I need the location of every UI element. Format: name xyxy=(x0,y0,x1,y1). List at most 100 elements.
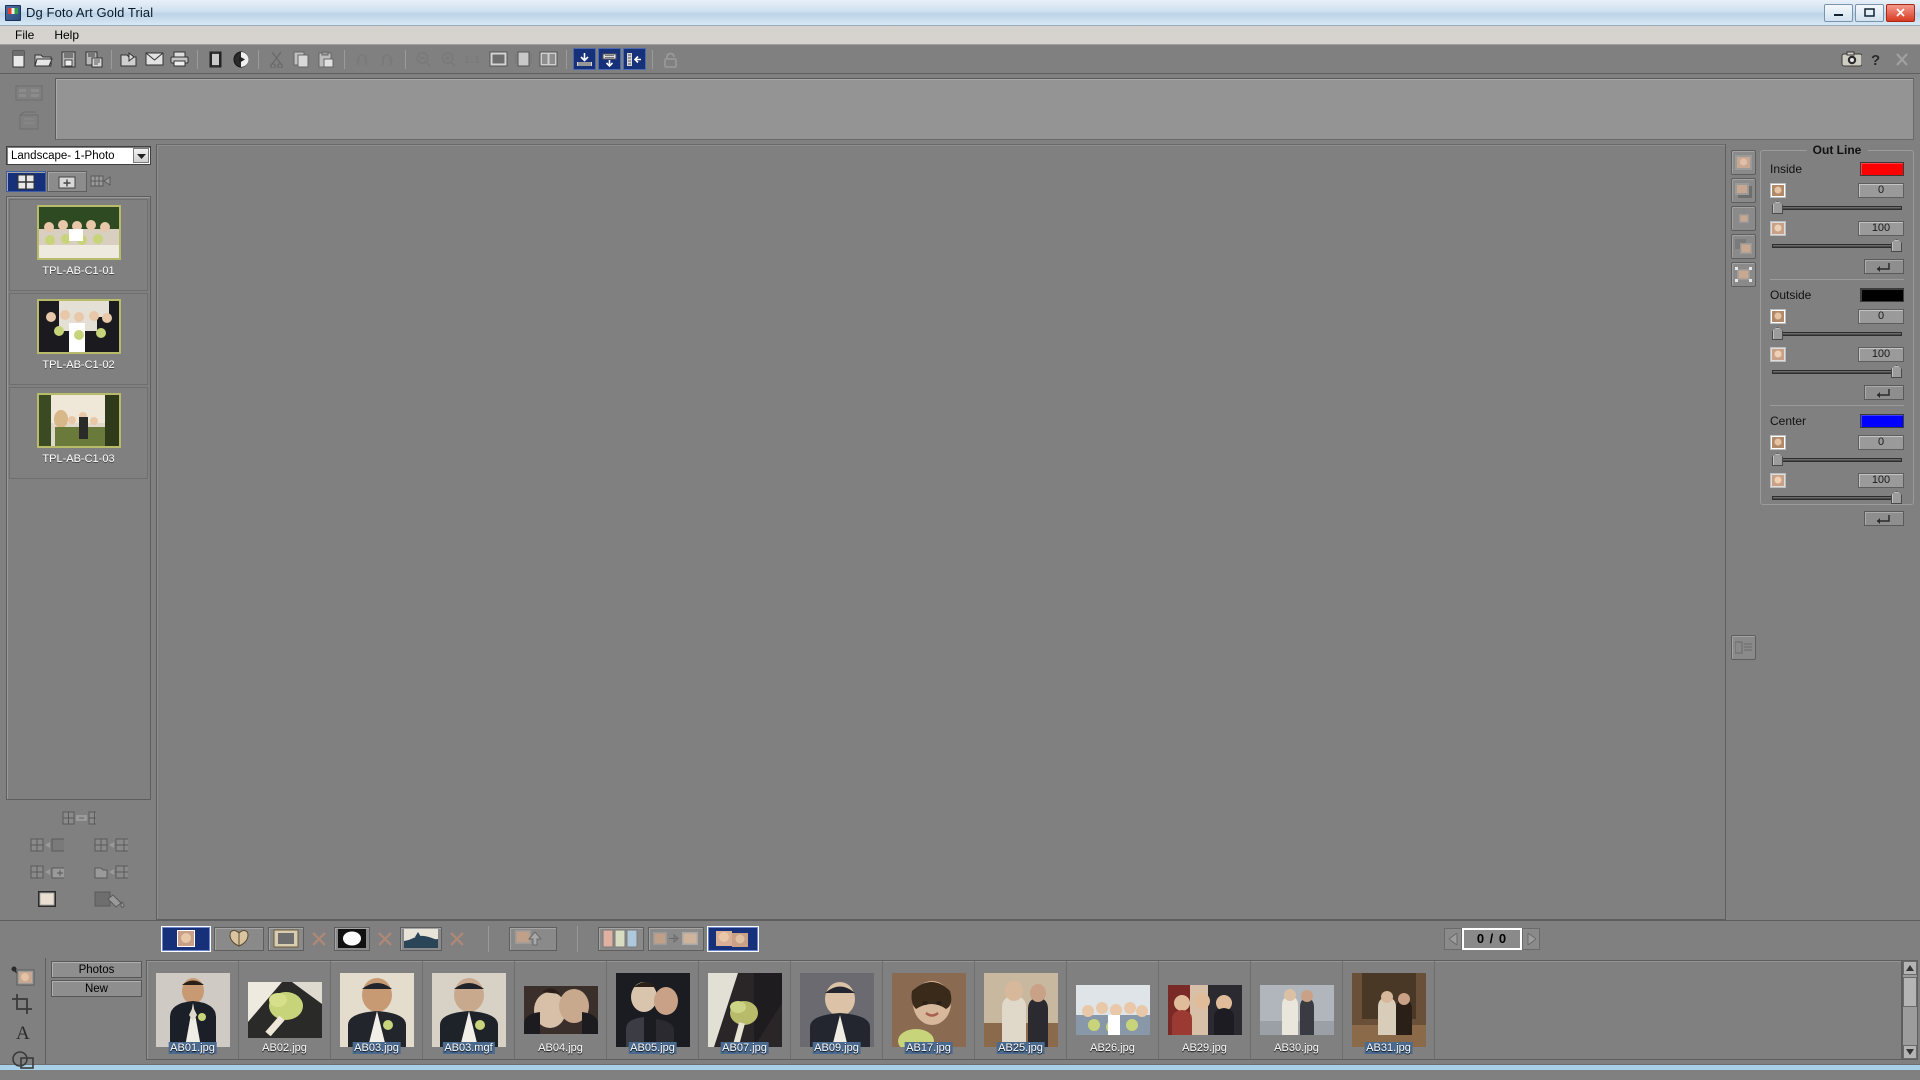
photo-tool-3-button[interactable] xyxy=(1730,206,1756,231)
list-item[interactable]: AB03.mgf xyxy=(423,961,515,1059)
layout-to-folder-button[interactable] xyxy=(30,862,64,882)
list-item[interactable]: AB26.jpg xyxy=(1067,961,1159,1059)
background-button[interactable] xyxy=(400,926,442,951)
inside-color-swatch[interactable] xyxy=(1860,162,1904,176)
save-as-icon[interactable] xyxy=(82,48,105,70)
layout-to-grid-button[interactable] xyxy=(94,835,128,855)
list-item[interactable]: AB25.jpg xyxy=(975,961,1067,1059)
photo-tool-6-button[interactable] xyxy=(1730,635,1756,660)
outside-reset-button[interactable] xyxy=(1864,385,1904,400)
fit-page-icon[interactable] xyxy=(487,48,510,70)
cut-icon[interactable] xyxy=(265,48,288,70)
chevron-down-icon[interactable] xyxy=(133,148,149,163)
outside-slider-1[interactable] xyxy=(1770,327,1904,340)
inside-value-1[interactable]: 0 xyxy=(1858,183,1904,198)
list-item[interactable]: AB31.jpg xyxy=(1343,961,1435,1059)
folder-to-layout-button[interactable] xyxy=(94,862,128,882)
page-preview-area[interactable] xyxy=(55,78,1914,140)
page-indicator[interactable]: 0 / 0 xyxy=(1462,927,1522,950)
color-strips-button[interactable] xyxy=(598,926,644,951)
redo-icon[interactable] xyxy=(376,48,399,70)
close-button[interactable] xyxy=(1886,3,1915,22)
template-item[interactable]: TPL-AB-C1-01 xyxy=(9,199,148,291)
add-album-icon[interactable] xyxy=(13,110,45,132)
photo-list[interactable]: AB01.jpg AB02.jpg AB03.jpg AB03.mgf AB04… xyxy=(146,960,1902,1060)
swap-layout-button[interactable] xyxy=(62,808,96,828)
filmstrip-icon[interactable] xyxy=(204,48,227,70)
tab-templates[interactable] xyxy=(6,171,46,192)
center-slider-2[interactable] xyxy=(1770,491,1904,504)
photo-tool-1-button[interactable] xyxy=(1730,150,1756,175)
page-color-button[interactable] xyxy=(30,889,64,909)
scroll-down-button[interactable] xyxy=(1903,1045,1917,1059)
photos-button[interactable]: Photos xyxy=(51,961,142,978)
single-page-icon[interactable] xyxy=(512,48,535,70)
list-item[interactable]: AB01.jpg xyxy=(147,961,239,1059)
lock-icon[interactable] xyxy=(659,48,682,70)
center-value-2[interactable]: 100 xyxy=(1858,473,1904,488)
print-icon[interactable] xyxy=(168,48,191,70)
text-tool[interactable]: A xyxy=(9,1022,37,1042)
align-center-icon[interactable] xyxy=(598,48,621,70)
list-item[interactable]: AB02.jpg xyxy=(239,961,331,1059)
new-button[interactable]: New xyxy=(51,980,142,997)
outside-value-2[interactable]: 100 xyxy=(1858,347,1904,362)
slideshow-icon[interactable] xyxy=(229,48,252,70)
list-item[interactable]: AB09.jpg xyxy=(791,961,883,1059)
camera-icon[interactable] xyxy=(1840,48,1863,70)
paste-icon[interactable] xyxy=(315,48,338,70)
slider-thumb[interactable] xyxy=(1891,491,1902,504)
tab-add-template[interactable] xyxy=(47,171,87,192)
crop-tool[interactable] xyxy=(9,994,37,1014)
template-category-select[interactable]: Landscape- 1-Photo xyxy=(6,146,151,165)
fill-color-button[interactable] xyxy=(94,889,128,909)
align-left-icon[interactable] xyxy=(623,48,646,70)
background-delete-button[interactable] xyxy=(446,927,468,951)
tab-more-templates[interactable] xyxy=(88,171,114,192)
help-icon[interactable]: ? xyxy=(1865,48,1888,70)
save-icon[interactable] xyxy=(57,48,80,70)
menu-file[interactable]: File xyxy=(6,26,43,44)
replace-photo-button[interactable] xyxy=(509,926,557,951)
photo-stack-button[interactable] xyxy=(708,926,758,951)
page-canvas[interactable] xyxy=(156,144,1726,920)
list-item[interactable]: AB05.jpg xyxy=(607,961,699,1059)
align-bottom-icon[interactable] xyxy=(573,48,596,70)
slider-thumb[interactable] xyxy=(1772,453,1783,466)
copy-icon[interactable] xyxy=(290,48,313,70)
photo-tool-5-button[interactable] xyxy=(1730,262,1756,287)
center-slider-1[interactable] xyxy=(1770,453,1904,466)
add-page-icon[interactable] xyxy=(13,82,45,104)
outside-slider-2[interactable] xyxy=(1770,365,1904,378)
list-item[interactable]: AB30.jpg xyxy=(1251,961,1343,1059)
scroll-up-button[interactable] xyxy=(1903,961,1917,975)
photo-edit-tool[interactable] xyxy=(9,966,37,986)
spread-page-icon[interactable] xyxy=(537,48,560,70)
zoom-out-icon[interactable] xyxy=(412,48,435,70)
inside-slider-2[interactable] xyxy=(1770,239,1904,252)
photo-transfer-button[interactable] xyxy=(648,926,704,951)
open-icon[interactable] xyxy=(32,48,55,70)
list-item[interactable]: AB04.jpg xyxy=(515,961,607,1059)
slider-thumb[interactable] xyxy=(1772,201,1783,214)
undo-icon[interactable] xyxy=(351,48,374,70)
shape-tool[interactable] xyxy=(9,1050,37,1070)
list-item[interactable]: AB03.jpg xyxy=(331,961,423,1059)
slider-thumb[interactable] xyxy=(1891,239,1902,252)
clipart-button[interactable] xyxy=(214,926,264,951)
photo-tool-4-button[interactable] xyxy=(1730,234,1756,259)
center-value-1[interactable]: 0 xyxy=(1858,435,1904,450)
frame-delete-button[interactable] xyxy=(308,927,330,951)
zoom-in-icon[interactable] xyxy=(437,48,460,70)
next-page-button[interactable] xyxy=(1522,927,1540,950)
center-color-swatch[interactable] xyxy=(1860,414,1904,428)
slider-thumb[interactable] xyxy=(1772,327,1783,340)
slider-thumb[interactable] xyxy=(1891,365,1902,378)
new-icon[interactable] xyxy=(7,48,30,70)
maximize-button[interactable] xyxy=(1855,3,1884,22)
photo-list-scrollbar[interactable] xyxy=(1902,960,1918,1060)
inside-slider-1[interactable] xyxy=(1770,201,1904,214)
outside-value-1[interactable]: 0 xyxy=(1858,309,1904,324)
outside-color-swatch[interactable] xyxy=(1860,288,1904,302)
mask-delete-button[interactable] xyxy=(374,927,396,951)
